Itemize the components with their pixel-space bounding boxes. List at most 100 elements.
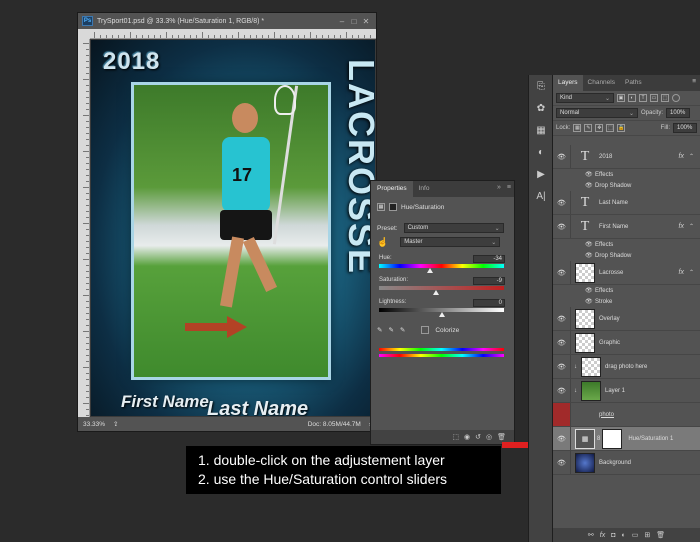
type-filter-icon[interactable]: T — [639, 94, 647, 102]
horizontal-ruler[interactable] — [90, 29, 376, 39]
reset-icon[interactable]: ↺ — [475, 433, 481, 441]
document-canvas[interactable]: 2018 LACROSSE 17 First Name Last Name — [91, 40, 375, 416]
layers-panel[interactable]: Layers Channels Paths ≡ Kind ⌄ ▣ ◐ T ▭ ⬚… — [552, 75, 700, 542]
layer-row[interactable]: 👁 ↓ drag photo here — [553, 355, 700, 379]
history-icon[interactable]: ⎘ — [529, 75, 553, 97]
preset-select[interactable]: Custom ⌄ — [403, 223, 504, 233]
layer-row[interactable]: . photo — [553, 403, 700, 427]
adjustment-icon[interactable]: ▦ — [377, 203, 385, 211]
tab-paths[interactable]: Paths — [620, 75, 647, 91]
effect-row[interactable]: 👁 Effects — [553, 285, 700, 296]
eye-icon[interactable]: 👁 — [553, 145, 571, 168]
layer-row[interactable]: 👁 Lacrosse fx ⌃ — [553, 261, 700, 285]
eye-icon[interactable]: 👁 — [553, 261, 571, 284]
eye-icon[interactable]: 👁 — [585, 182, 595, 189]
fx-menu-icon[interactable]: fx — [600, 532, 605, 539]
visibility-icon[interactable]: ◎ — [486, 433, 492, 441]
tab-layers[interactable]: Layers — [553, 75, 583, 91]
layer-mask-thumbnail[interactable] — [602, 428, 623, 449]
close-icon[interactable]: ✕ — [360, 17, 372, 26]
eye-icon[interactable]: 👁 — [585, 298, 595, 305]
layer-list[interactable]: 👁 T 2018 fx ⌃ 👁 Effects 👁 Drop Shadow 👁 … — [553, 145, 700, 528]
link-icon[interactable]: 8 — [597, 436, 600, 442]
tab-info[interactable]: Info — [413, 181, 436, 197]
eye-icon[interactable]: 👁 — [585, 241, 595, 248]
effect-row[interactable]: 👁 Drop Shadow — [553, 180, 700, 191]
saturation-value[interactable]: -9 — [473, 277, 505, 285]
new-adjustment-icon[interactable]: ◐ — [621, 532, 625, 539]
effect-row[interactable]: 👁 Effects — [553, 239, 700, 250]
collapse-icon[interactable]: » — [494, 181, 504, 197]
fx-icon[interactable]: fx — [679, 153, 684, 160]
smart-filter-icon[interactable]: ⬚ — [661, 94, 669, 102]
shape-filter-icon[interactable]: ▭ — [650, 94, 658, 102]
vertical-ruler[interactable] — [78, 39, 90, 417]
eye-icon[interactable]: 👁 — [585, 252, 595, 259]
lightness-slider-track[interactable] — [379, 308, 504, 317]
effect-row[interactable]: 👁 Drop Shadow — [553, 250, 700, 261]
document-window[interactable]: Ps TrySport01.psd @ 33.3% (Hue/Saturatio… — [77, 12, 377, 432]
channel-select[interactable]: Master ⌄ — [400, 237, 501, 247]
chevron-up-icon[interactable]: ⌃ — [689, 153, 694, 160]
layer-row[interactable]: 👁 T 2018 fx ⌃ — [553, 145, 700, 169]
tab-channels[interactable]: Channels — [583, 75, 620, 91]
layer-row[interactable]: 👁 T Last Name — [553, 191, 700, 215]
new-group-icon[interactable]: ▭ — [632, 531, 639, 539]
lock-artboard-icon[interactable]: ⬚ — [606, 124, 615, 132]
eye-hidden-icon[interactable]: . — [553, 403, 571, 426]
mask-icon[interactable] — [389, 203, 397, 211]
lightness-slider-thumb[interactable] — [438, 312, 445, 317]
clip-to-layer-icon[interactable]: ⬚ — [452, 433, 459, 441]
properties-panel[interactable]: Properties Info » ≡ ▦ Hue/Saturation Pre… — [370, 180, 515, 445]
new-layer-icon[interactable]: ⊞ — [644, 531, 650, 539]
adjustments-icon[interactable]: ◐ — [529, 141, 553, 163]
blend-mode-select[interactable]: Normal ⌄ — [556, 108, 638, 118]
eye-icon[interactable]: 👁 — [553, 331, 571, 354]
eye-icon[interactable]: 👁 — [553, 191, 571, 214]
layer-row[interactable]: 👁 Overlay — [553, 307, 700, 331]
trash-icon[interactable]: 🗑 — [656, 531, 665, 539]
tab-properties[interactable]: Properties — [371, 181, 413, 197]
hue-saturation-adjustment-icon[interactable]: ▦ — [575, 428, 595, 449]
saturation-slider-track[interactable] — [379, 286, 504, 295]
chevron-up-icon[interactable]: ⌃ — [689, 223, 694, 230]
doc-info[interactable]: Doc: 8.05M/44.7M — [308, 421, 361, 428]
fill-field[interactable]: 100% — [673, 123, 697, 133]
chevron-up-icon[interactable]: ⌃ — [689, 269, 694, 276]
effect-row[interactable]: 👁 Effects — [553, 169, 700, 180]
layer-row-selected[interactable]: 👁 ▦ 8 Hue/Saturation 1 — [553, 427, 700, 451]
hue-slider-thumb[interactable] — [426, 268, 433, 273]
share-icon[interactable]: ⇪ — [113, 420, 118, 428]
eye-icon[interactable]: 👁 — [553, 215, 571, 238]
link-layers-icon[interactable]: ⚯ — [588, 531, 594, 539]
document-title-bar[interactable]: Ps TrySport01.psd @ 33.3% (Hue/Saturatio… — [78, 13, 376, 29]
layer-row[interactable]: 👁 ↓ Layer 1 — [553, 379, 700, 403]
zoom-level[interactable]: 33.33% — [83, 421, 105, 428]
eye-icon[interactable]: 👁 — [553, 355, 571, 378]
layer-row[interactable]: 👁 T First Name fx ⌃ — [553, 215, 700, 239]
hue-slider-track[interactable] — [379, 264, 504, 273]
saturation-slider-thumb[interactable] — [432, 290, 439, 295]
eye-icon[interactable]: 👁 — [553, 379, 571, 402]
effect-row[interactable]: 👁 Stroke — [553, 296, 700, 307]
hand-icon[interactable]: ☝ — [377, 237, 388, 248]
fx-icon[interactable]: fx — [679, 269, 684, 276]
panel-menu-icon[interactable]: ≡ — [504, 181, 514, 197]
lock-pixels-icon[interactable]: ✎ — [584, 124, 593, 132]
eye-icon[interactable]: 👁 — [553, 427, 571, 450]
maximize-icon[interactable]: □ — [348, 17, 360, 26]
lock-all-icon[interactable]: 🔒 — [617, 124, 626, 132]
lightness-value[interactable]: 0 — [473, 299, 505, 307]
eye-icon[interactable]: 👁 — [585, 287, 595, 294]
filter-toggle-icon[interactable] — [672, 94, 680, 102]
colorize-checkbox[interactable] — [421, 326, 430, 334]
swatches-icon[interactable]: ▦ — [529, 119, 553, 141]
eye-icon[interactable]: 👁 — [553, 451, 571, 474]
eyedropper-icon[interactable]: ✎ — [377, 326, 382, 334]
eyedropper-plus-icon[interactable]: ✎ — [388, 326, 393, 334]
panel-menu-icon[interactable]: ≡ — [688, 75, 700, 91]
lock-transparent-icon[interactable]: ▦ — [573, 124, 582, 132]
character-icon[interactable]: A| — [529, 185, 553, 207]
adjustment-filter-icon[interactable]: ◐ — [628, 94, 636, 102]
eye-icon[interactable]: 👁 — [585, 171, 595, 178]
